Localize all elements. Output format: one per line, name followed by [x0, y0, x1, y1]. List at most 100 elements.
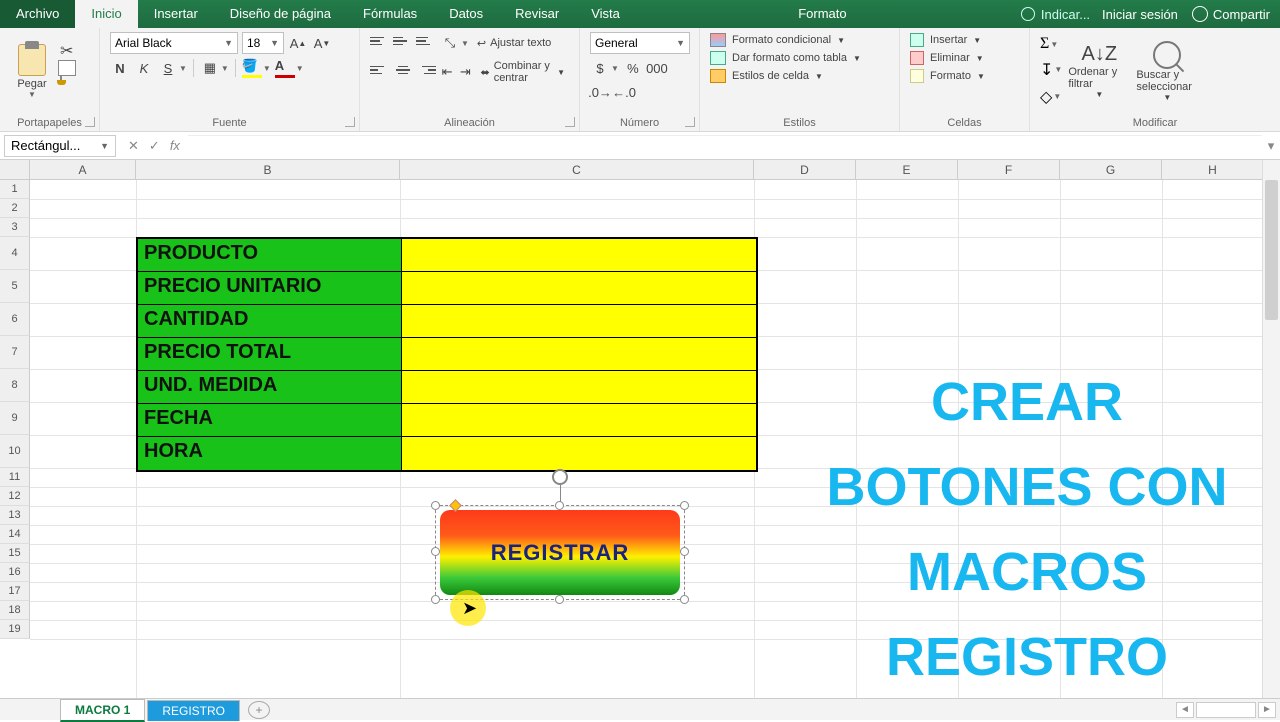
comma-button[interactable]: 000 [647, 58, 667, 78]
form-value-cell[interactable] [402, 272, 756, 304]
row-header-10[interactable]: 10 [0, 435, 30, 468]
align-top-button[interactable] [370, 32, 390, 50]
accounting-format-button[interactable]: $▼ [590, 58, 619, 78]
row-header-8[interactable]: 8 [0, 369, 30, 402]
add-sheet-button[interactable]: + [248, 701, 270, 719]
column-header-A[interactable]: A [30, 160, 136, 179]
row-header-19[interactable]: 19 [0, 620, 30, 639]
fx-button[interactable]: fx [170, 138, 180, 154]
merge-center-button[interactable]: ⬌ Combinar y centrar ▼ [476, 58, 569, 86]
font-name-combo[interactable]: Arial Black▼ [110, 32, 238, 54]
row-header-5[interactable]: 5 [0, 270, 30, 303]
tell-me[interactable]: Indicar... [1009, 0, 1102, 28]
italic-button[interactable]: K [134, 58, 154, 78]
delete-cells-button[interactable]: Eliminar▼ [910, 50, 1019, 66]
orientation-button[interactable]: ⤡▼ [440, 33, 469, 53]
align-left-button[interactable] [370, 61, 390, 79]
resize-handle-e[interactable] [680, 547, 689, 556]
grow-font-button[interactable]: A▲ [288, 33, 308, 53]
form-value-cell[interactable] [402, 437, 756, 470]
borders-button[interactable]: ▦▼ [200, 58, 229, 78]
cancel-formula-button[interactable]: ✕ [128, 138, 139, 154]
clipboard-launcher[interactable] [85, 117, 95, 127]
underline-button[interactable]: S▼ [158, 58, 187, 78]
hscroll-track[interactable] [1196, 702, 1256, 718]
tab-archivo[interactable]: Archivo [0, 0, 75, 28]
column-header-B[interactable]: B [136, 160, 400, 179]
row-header-16[interactable]: 16 [0, 563, 30, 582]
tab-insertar[interactable]: Insertar [138, 0, 214, 28]
sheet-tab-macro1[interactable]: MACRO 1 [60, 699, 145, 722]
form-value-cell[interactable] [402, 338, 756, 370]
alignment-launcher[interactable] [565, 117, 575, 127]
sheet-tab-registro[interactable]: REGISTRO [147, 700, 240, 721]
font-size-combo[interactable]: 18▼ [242, 32, 284, 54]
form-value-cell[interactable] [402, 371, 756, 403]
font-launcher[interactable] [345, 117, 355, 127]
increase-decimal-button[interactable]: .0→ [590, 82, 610, 102]
tab-revisar[interactable]: Revisar [499, 0, 575, 28]
row-header-3[interactable]: 3 [0, 218, 30, 237]
column-header-H[interactable]: H [1162, 160, 1264, 179]
column-header-D[interactable]: D [754, 160, 856, 179]
insert-cells-button[interactable]: Insertar▼ [910, 32, 1019, 48]
paste-button[interactable]: Pegar ▼ [10, 32, 54, 110]
format-painter-button[interactable] [60, 85, 80, 101]
registrar-button-shape[interactable]: REGISTRAR [440, 510, 680, 595]
decrease-decimal-button[interactable]: ←.0 [614, 82, 634, 102]
row-header-14[interactable]: 14 [0, 525, 30, 544]
vertical-scrollbar[interactable] [1262, 160, 1280, 698]
tab-formato-contextual[interactable]: Formato [782, 0, 862, 28]
form-value-cell[interactable] [402, 239, 756, 271]
bold-button[interactable]: N [110, 58, 130, 78]
row-header-15[interactable]: 15 [0, 544, 30, 563]
copy-button[interactable] [60, 63, 80, 79]
column-header-F[interactable]: F [958, 160, 1060, 179]
form-value-cell[interactable] [402, 305, 756, 337]
resize-handle-sw[interactable] [431, 595, 440, 604]
column-header-G[interactable]: G [1060, 160, 1162, 179]
resize-handle-nw[interactable] [431, 501, 440, 510]
tab-vista[interactable]: Vista [575, 0, 636, 28]
conditional-formatting-button[interactable]: Formato condicional▼ [710, 32, 889, 48]
percent-button[interactable]: % [623, 58, 643, 78]
number-format-combo[interactable]: General▼ [590, 32, 690, 54]
tab-inicio[interactable]: Inicio [75, 0, 137, 28]
share-button[interactable]: Compartir [1192, 6, 1270, 22]
shrink-font-button[interactable]: A▼ [312, 33, 332, 53]
row-header-2[interactable]: 2 [0, 199, 30, 218]
row-header-17[interactable]: 17 [0, 582, 30, 601]
align-right-button[interactable] [416, 61, 436, 79]
fill-color-button[interactable]: 🪣▼ [242, 58, 271, 78]
enter-formula-button[interactable]: ✓ [149, 138, 160, 154]
cut-button[interactable]: ✂ [60, 41, 80, 57]
form-value-cell[interactable] [402, 404, 756, 436]
row-header-7[interactable]: 7 [0, 336, 30, 369]
rotate-handle[interactable] [552, 469, 568, 485]
tab-formulas[interactable]: Fórmulas [347, 0, 433, 28]
resize-handle-se[interactable] [680, 595, 689, 604]
row-header-18[interactable]: 18 [0, 601, 30, 620]
wrap-text-button[interactable]: ↩ Ajustar texto [473, 35, 555, 52]
resize-handle-n[interactable] [555, 501, 564, 510]
expand-formula-bar[interactable]: ▾ [1262, 138, 1280, 154]
row-header-1[interactable]: 1 [0, 180, 30, 199]
resize-handle-w[interactable] [431, 547, 440, 556]
resize-handle-ne[interactable] [680, 501, 689, 510]
resize-handle-s[interactable] [555, 595, 564, 604]
tab-diseno[interactable]: Diseño de página [214, 0, 347, 28]
find-select-button[interactable]: Buscar y seleccionar▼ [1136, 32, 1198, 110]
align-center-button[interactable] [393, 61, 413, 79]
name-box[interactable]: Rectángul...▼ [4, 135, 116, 157]
row-header-11[interactable]: 11 [0, 468, 30, 487]
sign-in[interactable]: Iniciar sesión [1102, 7, 1178, 22]
row-header-6[interactable]: 6 [0, 303, 30, 336]
hscroll-right[interactable]: ► [1258, 702, 1276, 718]
number-launcher[interactable] [685, 117, 695, 127]
clear-button[interactable]: ◇▼ [1040, 87, 1062, 107]
row-header-4[interactable]: 4 [0, 237, 30, 270]
tab-datos[interactable]: Datos [433, 0, 499, 28]
increase-indent-button[interactable]: ⇥ [458, 62, 472, 82]
align-bottom-button[interactable] [416, 32, 436, 50]
font-color-button[interactable]: A▼ [275, 58, 304, 78]
